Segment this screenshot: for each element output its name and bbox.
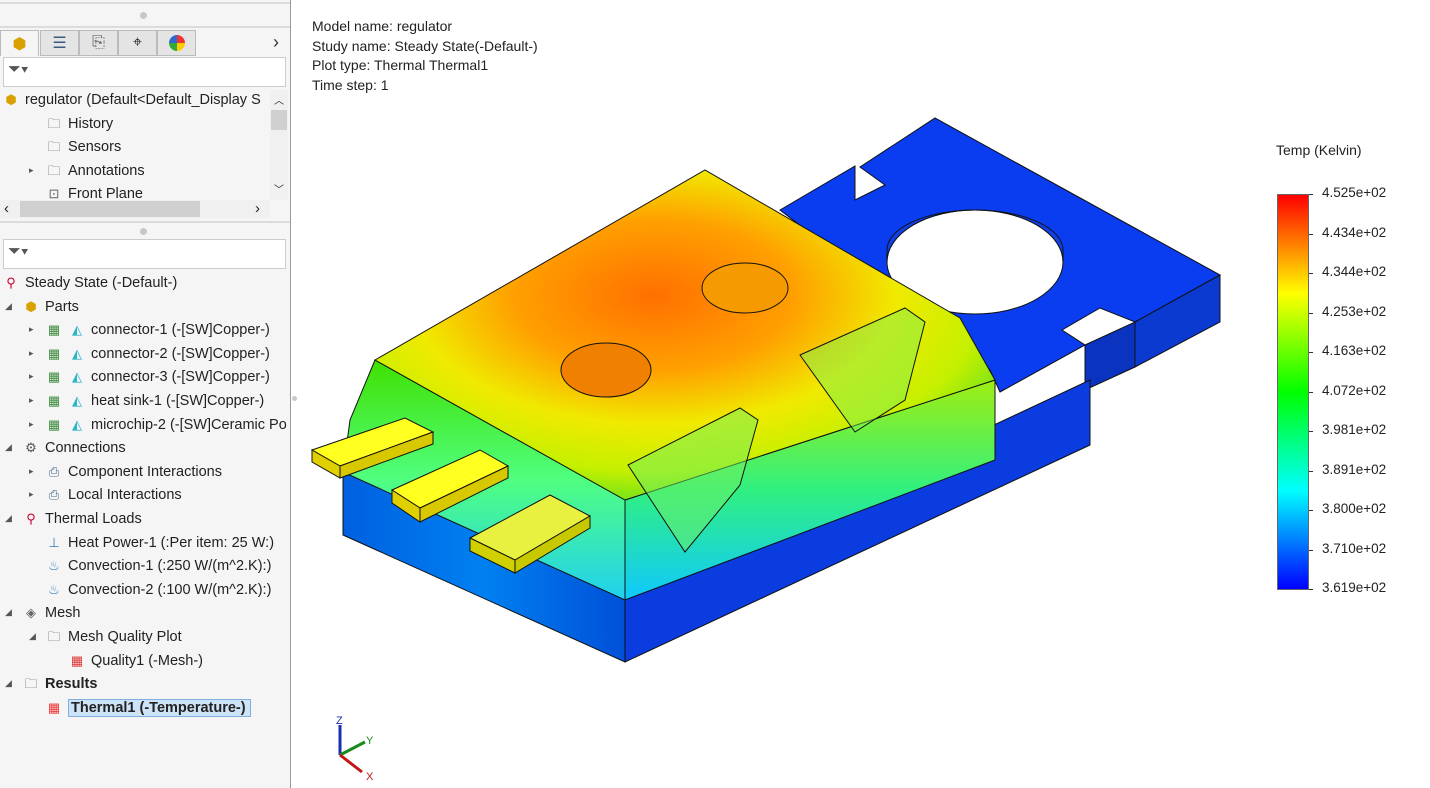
legend-title: Temp (Kelvin) [1276, 142, 1362, 158]
top-hole [701, 262, 789, 314]
color-bar-tick-label: 4.344e+02 [1322, 264, 1387, 279]
top-hole [560, 342, 652, 398]
color-bar-tick [1309, 589, 1313, 590]
color-bar-tick-label: 4.072e+02 [1322, 382, 1387, 398]
color-bar-tick-label: 3.981e+02 [1322, 422, 1387, 437]
color-bar-tick [1309, 273, 1313, 274]
color-bar-tick [1309, 312, 1313, 314]
color-bar [1277, 194, 1309, 590]
color-bar-tick [1309, 352, 1313, 353]
color-bar-tick [1309, 194, 1313, 195]
color-bar-tick [1309, 233, 1313, 235]
color-bar-tick [1309, 470, 1313, 472]
triad-y-label: Y [366, 735, 374, 747]
color-bar-tick-label: 4.163e+02 [1322, 343, 1387, 358]
color-bar-tick-label: 3.891e+02 [1322, 461, 1387, 477]
color-bar-tick [1309, 549, 1313, 551]
color-bar-tick-label: 4.434e+02 [1322, 224, 1387, 240]
orientation-triad[interactable]: Z Y X [336, 715, 374, 783]
mounting-tab-side [1084, 321, 1136, 391]
color-bar-tick-label: 3.710e+02 [1322, 540, 1387, 556]
triad-x-label: X [366, 771, 374, 783]
color-bar-tick-label: 4.525e+02 [1322, 185, 1387, 200]
color-bar-tick [1309, 391, 1313, 393]
color-bar-tick-label: 3.619e+02 [1322, 580, 1387, 595]
thermal-model-view[interactable]: Z Y X [0, 0, 1250, 788]
color-bar-tick [1309, 431, 1313, 432]
color-bar-tick-label: 3.800e+02 [1322, 501, 1387, 516]
color-bar-tick [1309, 510, 1313, 511]
triad-z-label: Z [336, 715, 343, 727]
color-bar-tick-label: 4.253e+02 [1322, 303, 1387, 319]
